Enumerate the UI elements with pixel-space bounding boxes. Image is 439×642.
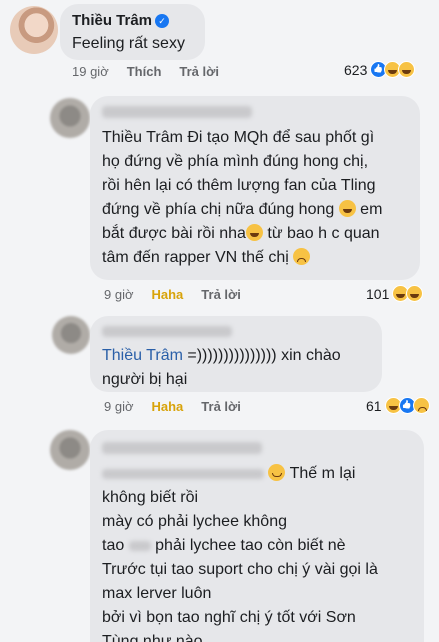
haha-icon (406, 285, 424, 302)
reply-text-line: không biết rồi (102, 489, 199, 506)
haha-reaction-button[interactable]: Haha (152, 399, 184, 414)
reaction-count: 623 (344, 61, 368, 78)
reply-text-line: Thế m lại (102, 462, 378, 486)
haha-icon (398, 61, 416, 78)
reaction-summary[interactable]: 623 (344, 61, 416, 78)
reply-actions: 9 giờ Haha Trả lời (104, 399, 241, 414)
reply-text-line: người bị hại (102, 371, 188, 388)
reply-text-line: tâm đến rapper VN thế chị (102, 246, 382, 270)
laughing-emoji-icon (245, 224, 263, 241)
commenter-avatar[interactable] (10, 6, 58, 54)
comment-bubble: Thiều Trâm ✓ Feeling rất sexy (60, 4, 205, 60)
smiling-emoji-icon (268, 464, 286, 481)
reply-text-line: bắt được bài rồi nha từ bao h c quan (102, 224, 380, 242)
reply-avatar[interactable] (50, 98, 90, 138)
reply-time[interactable]: 9 giờ (104, 287, 134, 302)
verified-badge-icon: ✓ (155, 14, 170, 28)
reply-bubble: Thiều Trâm Đi tạo MQh để sau phốt gì họ … (90, 96, 420, 280)
laughing-emoji-icon (338, 200, 356, 217)
reply-text-line: Thiều Trâm =))))))))))))))) xin chào (102, 347, 341, 364)
reply-text-line: Trước tụi tao suport cho chị ý vài gọi l… (102, 561, 378, 578)
like-button[interactable]: Thích (127, 64, 162, 79)
comment-time[interactable]: 19 giờ (72, 64, 109, 79)
reply-bubble: Thiều Trâm =))))))))))))))) xin chào ngư… (90, 316, 382, 392)
reply-text-line: mày có phải lychee không (102, 513, 287, 530)
reply-text-line: đứng về phía chị nữa đúng hong em (102, 200, 383, 218)
comment-text: Feeling rất sexy (72, 35, 185, 52)
reaction-count: 61 (366, 397, 382, 414)
reply-text-line: Thiều Trâm Đi tạo MQh để sau phốt gì (102, 129, 375, 146)
comment-actions: 19 giờ Thích Trả lời (72, 64, 219, 79)
reply-avatar[interactable] (52, 316, 90, 354)
reply-button[interactable]: Trả lời (201, 287, 241, 302)
redacted-text (128, 540, 151, 551)
reply-bubble: Thế m lại không biết rồi mày có phải lyc… (90, 430, 424, 642)
reply-text-line: rồi hên lại có thêm lượng fan của Tling (102, 177, 376, 194)
redacted-text (102, 468, 264, 479)
mention-link[interactable]: Thiều Trâm (102, 347, 183, 364)
reply-author-redacted (102, 106, 252, 118)
reply-text-line: max lerver luôn (102, 585, 212, 602)
reaction-summary[interactable]: 61 (366, 397, 430, 414)
sad-icon (412, 397, 430, 414)
reaction-summary[interactable]: 101 (366, 285, 424, 302)
reaction-count: 101 (366, 285, 390, 302)
reply-text-line: tao phải lychee tao còn biết nè (102, 537, 346, 554)
reply-actions: 9 giờ Haha Trả lời (104, 287, 241, 302)
reply-text-line: họ đứng về phía mình đúng hong chị, (102, 153, 369, 170)
reply-avatar[interactable] (50, 430, 90, 470)
reply-author-redacted (102, 326, 232, 337)
reply-author-redacted (102, 442, 262, 454)
haha-reaction-button[interactable]: Haha (152, 287, 184, 302)
reply-text-line: bởi vì bọn tao nghĩ chị ý tốt với Sơn (102, 609, 356, 626)
reply-button[interactable]: Trả lời (179, 64, 219, 79)
sad-emoji-icon (293, 248, 311, 265)
reply-time[interactable]: 9 giờ (104, 399, 134, 414)
reply-button[interactable]: Trả lời (201, 399, 241, 414)
reply-text-line: Tùng như nào (102, 633, 203, 642)
comment-author[interactable]: Thiều Trâm (72, 12, 152, 29)
